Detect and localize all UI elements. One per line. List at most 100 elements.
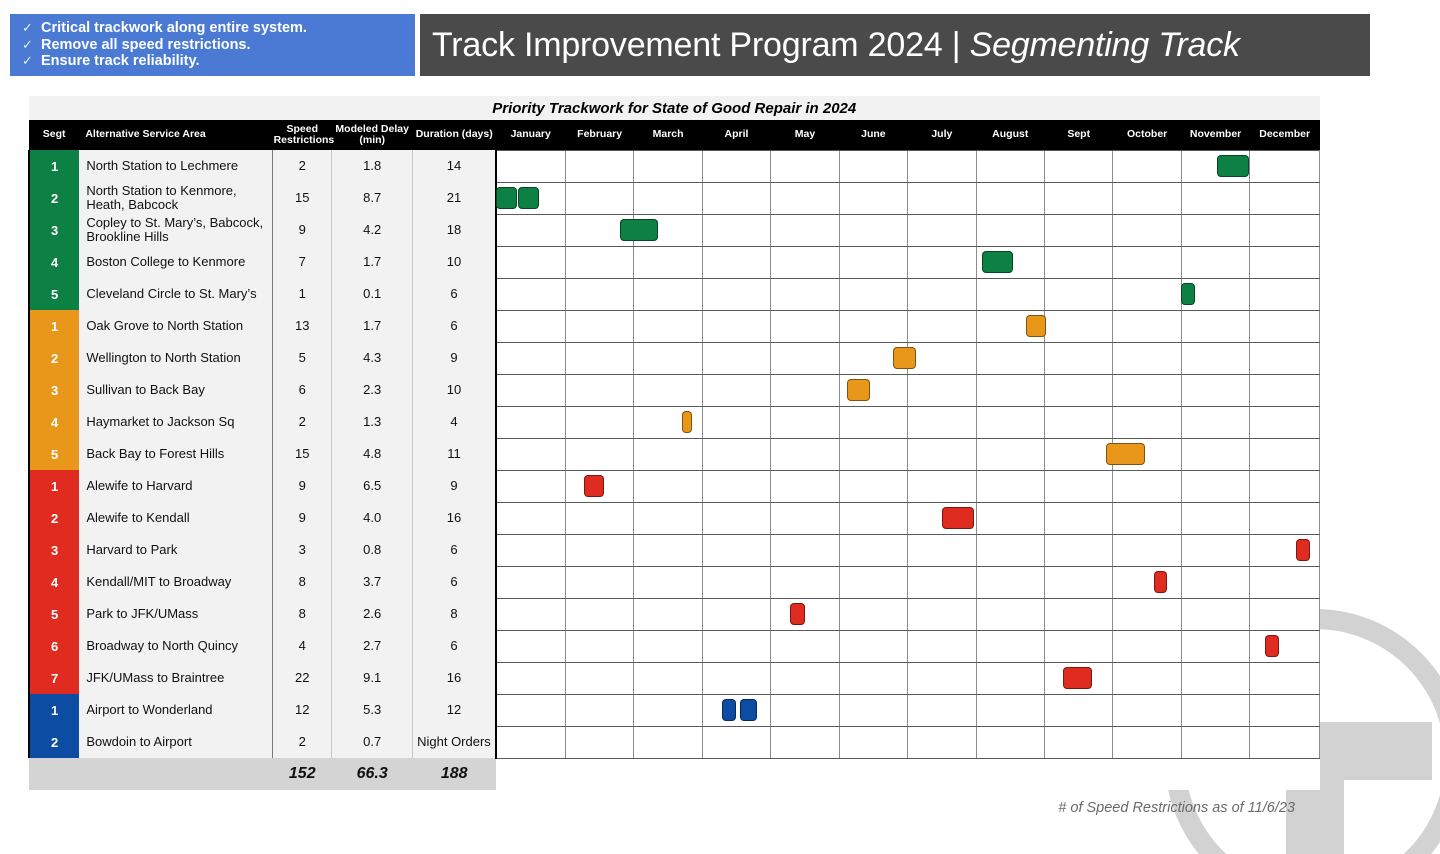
bullet-item: ✓ Remove all speed restrictions. <box>22 37 405 54</box>
gantt-cell-july <box>907 405 977 439</box>
row-speed-restrictions: 5 <box>272 342 333 374</box>
gantt-cell-august <box>975 341 1045 375</box>
gantt-cell-june <box>838 341 908 375</box>
gantt-cell-october <box>1112 597 1182 631</box>
row-speed-restrictions: 22 <box>272 662 333 694</box>
gantt-cell-february <box>564 149 634 183</box>
row-service-area: Back Bay to Forest Hills <box>79 438 274 470</box>
gantt-cell-april <box>701 469 771 503</box>
gantt-cell-sept <box>1043 469 1113 503</box>
gantt-cell-november <box>1180 501 1250 535</box>
gantt-cell-february <box>564 245 634 279</box>
row-service-area: Kendall/MIT to Broadway <box>79 566 274 598</box>
gantt-cell-october <box>1112 565 1182 599</box>
row-modeled-delay: 2.6 <box>331 598 413 630</box>
table-row[interactable]: 6 Broadway to North Quincy 4 2.7 6 <box>27 629 1320 663</box>
row-duration: 6 <box>412 630 497 662</box>
row-service-area: Oak Grove to North Station <box>79 310 274 342</box>
gantt-cell-november <box>1180 181 1250 215</box>
gantt-cell-august <box>975 597 1045 631</box>
col-month-august: August <box>976 120 1045 150</box>
row-modeled-delay: 9.1 <box>331 662 413 694</box>
gantt-cell-december <box>1249 277 1320 311</box>
table-row[interactable]: 2 Bowdoin to Airport 2 0.7 Night Orders <box>27 725 1320 759</box>
row-modeled-delay: 4.2 <box>331 214 413 246</box>
footnote: # of Speed Restrictions as of 11/6/23 <box>1058 800 1295 816</box>
gantt-cell-august <box>975 277 1045 311</box>
table-row[interactable]: 1 Alewife to Harvard 9 6.5 9 <box>27 469 1320 503</box>
table-row[interactable]: 2 Wellington to North Station 5 4.3 9 <box>27 341 1320 375</box>
gantt-cell-sept <box>1043 725 1113 759</box>
gantt-cell-february <box>564 341 634 375</box>
row-service-area: Bowdoin to Airport <box>79 726 274 758</box>
gantt-cell-january <box>494 725 566 759</box>
gantt-cell-may <box>770 629 840 663</box>
gantt-cell-august <box>975 629 1045 663</box>
table-row[interactable]: 5 Cleveland Circle to St. Mary’s 1 0.1 6 <box>27 277 1320 311</box>
gantt-cell-december <box>1249 501 1320 535</box>
row-service-area: Sullivan to Back Bay <box>79 374 274 406</box>
gantt-cell-may <box>770 725 840 759</box>
table-row[interactable]: 1 North Station to Lechmere 2 1.8 14 <box>27 149 1320 183</box>
gantt-cell-january <box>494 245 566 279</box>
gantt-cell-january <box>494 309 566 343</box>
gantt-cell-october <box>1112 213 1182 247</box>
table-row[interactable]: 4 Kendall/MIT to Broadway 8 3.7 6 <box>27 565 1320 599</box>
table-body: 1 North Station to Lechmere 2 1.8 14 2 North S… <box>27 149 1320 790</box>
row-duration: 4 <box>412 406 497 438</box>
table-row[interactable]: 4 Boston College to Kenmore 7 1.7 10 <box>27 245 1320 279</box>
table-row[interactable]: 4 Haymarket to Jackson Sq 2 1.3 4 <box>27 405 1320 439</box>
row-segment-number: 1 <box>27 150 80 182</box>
table-row[interactable]: 3 Copley to St. Mary’s, Babcock, Brooklin… <box>27 213 1320 247</box>
gantt-cell-may <box>770 341 840 375</box>
gantt-cell-july <box>907 533 977 567</box>
row-duration: 18 <box>412 214 497 246</box>
table-row[interactable]: 1 Oak Grove to North Station 13 1.7 6 <box>27 309 1320 343</box>
gantt-cell-december <box>1249 245 1320 279</box>
table-row[interactable]: 2 Alewife to Kendall 9 4.0 16 <box>27 501 1320 535</box>
row-segment-number: 5 <box>27 438 80 470</box>
gantt-cell-august <box>975 181 1045 215</box>
gantt-cell-november <box>1180 437 1250 471</box>
table-row[interactable]: 1 Airport to Wonderland 12 5.3 12 <box>27 693 1320 727</box>
row-service-area: Haymarket to Jackson Sq <box>79 406 274 438</box>
row-modeled-delay: 1.8 <box>331 150 413 182</box>
table-row[interactable]: 3 Harvard to Park 3 0.8 6 <box>27 533 1320 567</box>
row-service-area: JFK/UMass to Braintree <box>79 662 274 694</box>
gantt-cell-october <box>1112 373 1182 407</box>
gantt-cell-february <box>564 725 634 759</box>
gantt-cell-sept <box>1043 597 1113 631</box>
table-row[interactable]: 5 Back Bay to Forest Hills 15 4.8 11 <box>27 437 1320 471</box>
row-segment-number: 3 <box>27 214 80 246</box>
gantt-cell-june <box>838 693 908 727</box>
gantt-cell-april <box>701 693 771 727</box>
row-speed-restrictions: 9 <box>272 214 333 246</box>
row-duration: 12 <box>412 694 497 726</box>
gantt-cell-december <box>1249 693 1320 727</box>
gantt-cell-december <box>1249 213 1320 247</box>
gantt-cell-january <box>494 565 566 599</box>
gantt-cell-sept <box>1043 693 1113 727</box>
gantt-cell-august <box>975 437 1045 471</box>
col-month-june: June <box>839 120 908 150</box>
gantt-cell-june <box>838 245 908 279</box>
gantt-cell-february <box>564 437 634 471</box>
gantt-cell-october <box>1112 725 1182 759</box>
col-duration: Duration (days) <box>412 120 496 150</box>
table-row[interactable]: 3 Sullivan to Back Bay 6 2.3 10 <box>27 373 1320 407</box>
row-modeled-delay: 1.7 <box>331 246 413 278</box>
row-speed-restrictions: 7 <box>272 246 333 278</box>
table-row[interactable]: 2 North Station to Kenmore, Heath, Babcoc… <box>27 181 1320 215</box>
gantt-cell-march <box>633 309 703 343</box>
gantt-cell-april <box>701 533 771 567</box>
table-row[interactable]: 7 JFK/UMass to Braintree 22 9.1 16 <box>27 661 1320 695</box>
row-speed-restrictions: 9 <box>272 502 333 534</box>
gantt-cell-november <box>1180 341 1250 375</box>
gantt-cell-january <box>494 373 566 407</box>
bullet-text: Critical trackwork along entire system. <box>41 20 307 36</box>
gantt-cell-may <box>770 309 840 343</box>
table-row[interactable]: 5 Park to JFK/UMass 8 2.6 8 <box>27 597 1320 631</box>
row-segment-number: 3 <box>27 374 80 406</box>
gantt-cell-april <box>701 309 771 343</box>
gantt-cell-july <box>907 725 977 759</box>
